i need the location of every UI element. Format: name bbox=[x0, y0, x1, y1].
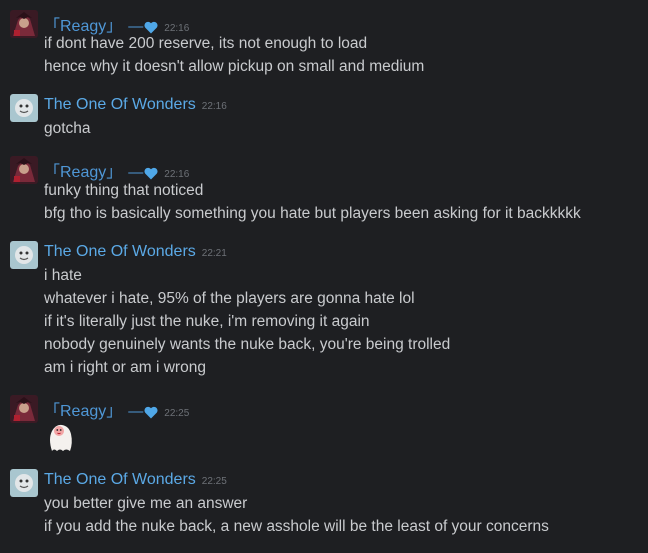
message-text: am i right or am i wrong bbox=[44, 359, 206, 376]
author-name[interactable]: The One Of Wonders bbox=[44, 96, 196, 114]
reagy-avatar[interactable] bbox=[10, 395, 38, 423]
author-name[interactable]: The One Of Wonders bbox=[44, 243, 196, 261]
heart-icon bbox=[144, 167, 158, 180]
wonders-avatar[interactable] bbox=[10, 94, 38, 122]
author-name[interactable]: 「Reagy」 bbox=[44, 158, 122, 182]
author-decoration: — bbox=[128, 403, 158, 420]
message-text: whatever i hate, 95% of the players are … bbox=[44, 290, 415, 307]
message-text: you better give me an answer bbox=[44, 495, 248, 512]
message-text: if it's literally just the nuke, i'm rem… bbox=[44, 313, 370, 330]
reagy-avatar[interactable] bbox=[10, 156, 38, 184]
message-text: gotcha bbox=[44, 120, 91, 137]
message-text: bfg tho is basically something you hate … bbox=[44, 205, 581, 222]
author-name[interactable]: The One Of Wonders bbox=[44, 471, 196, 489]
message-timestamp[interactable]: 22:25 bbox=[164, 408, 189, 419]
message-text: nobody genuinely wants the nuke back, yo… bbox=[44, 336, 451, 353]
heart-icon bbox=[144, 406, 158, 419]
author-name[interactable]: 「Reagy」 bbox=[44, 397, 122, 421]
message-timestamp[interactable]: 22:16 bbox=[164, 169, 189, 180]
message-text: if dont have 200 reserve, its not enough… bbox=[44, 35, 368, 52]
wonders-avatar[interactable] bbox=[10, 241, 38, 269]
message-text: if you add the nuke back, a new asshole … bbox=[44, 518, 549, 535]
message-text: hence why it doesn't allow pickup on sma… bbox=[44, 58, 425, 75]
message-text: funky thing that noticed bbox=[44, 182, 204, 199]
message-timestamp[interactable]: 22:25 bbox=[202, 476, 227, 487]
message-text: i hate bbox=[44, 267, 82, 284]
message-timestamp[interactable]: 22:16 bbox=[202, 101, 227, 112]
message-timestamp[interactable]: 22:21 bbox=[202, 248, 227, 259]
ghost-emote-icon[interactable] bbox=[44, 421, 76, 453]
reagy-avatar[interactable] bbox=[10, 10, 38, 38]
author-decoration: — bbox=[128, 164, 158, 181]
wonders-avatar[interactable] bbox=[10, 469, 38, 497]
